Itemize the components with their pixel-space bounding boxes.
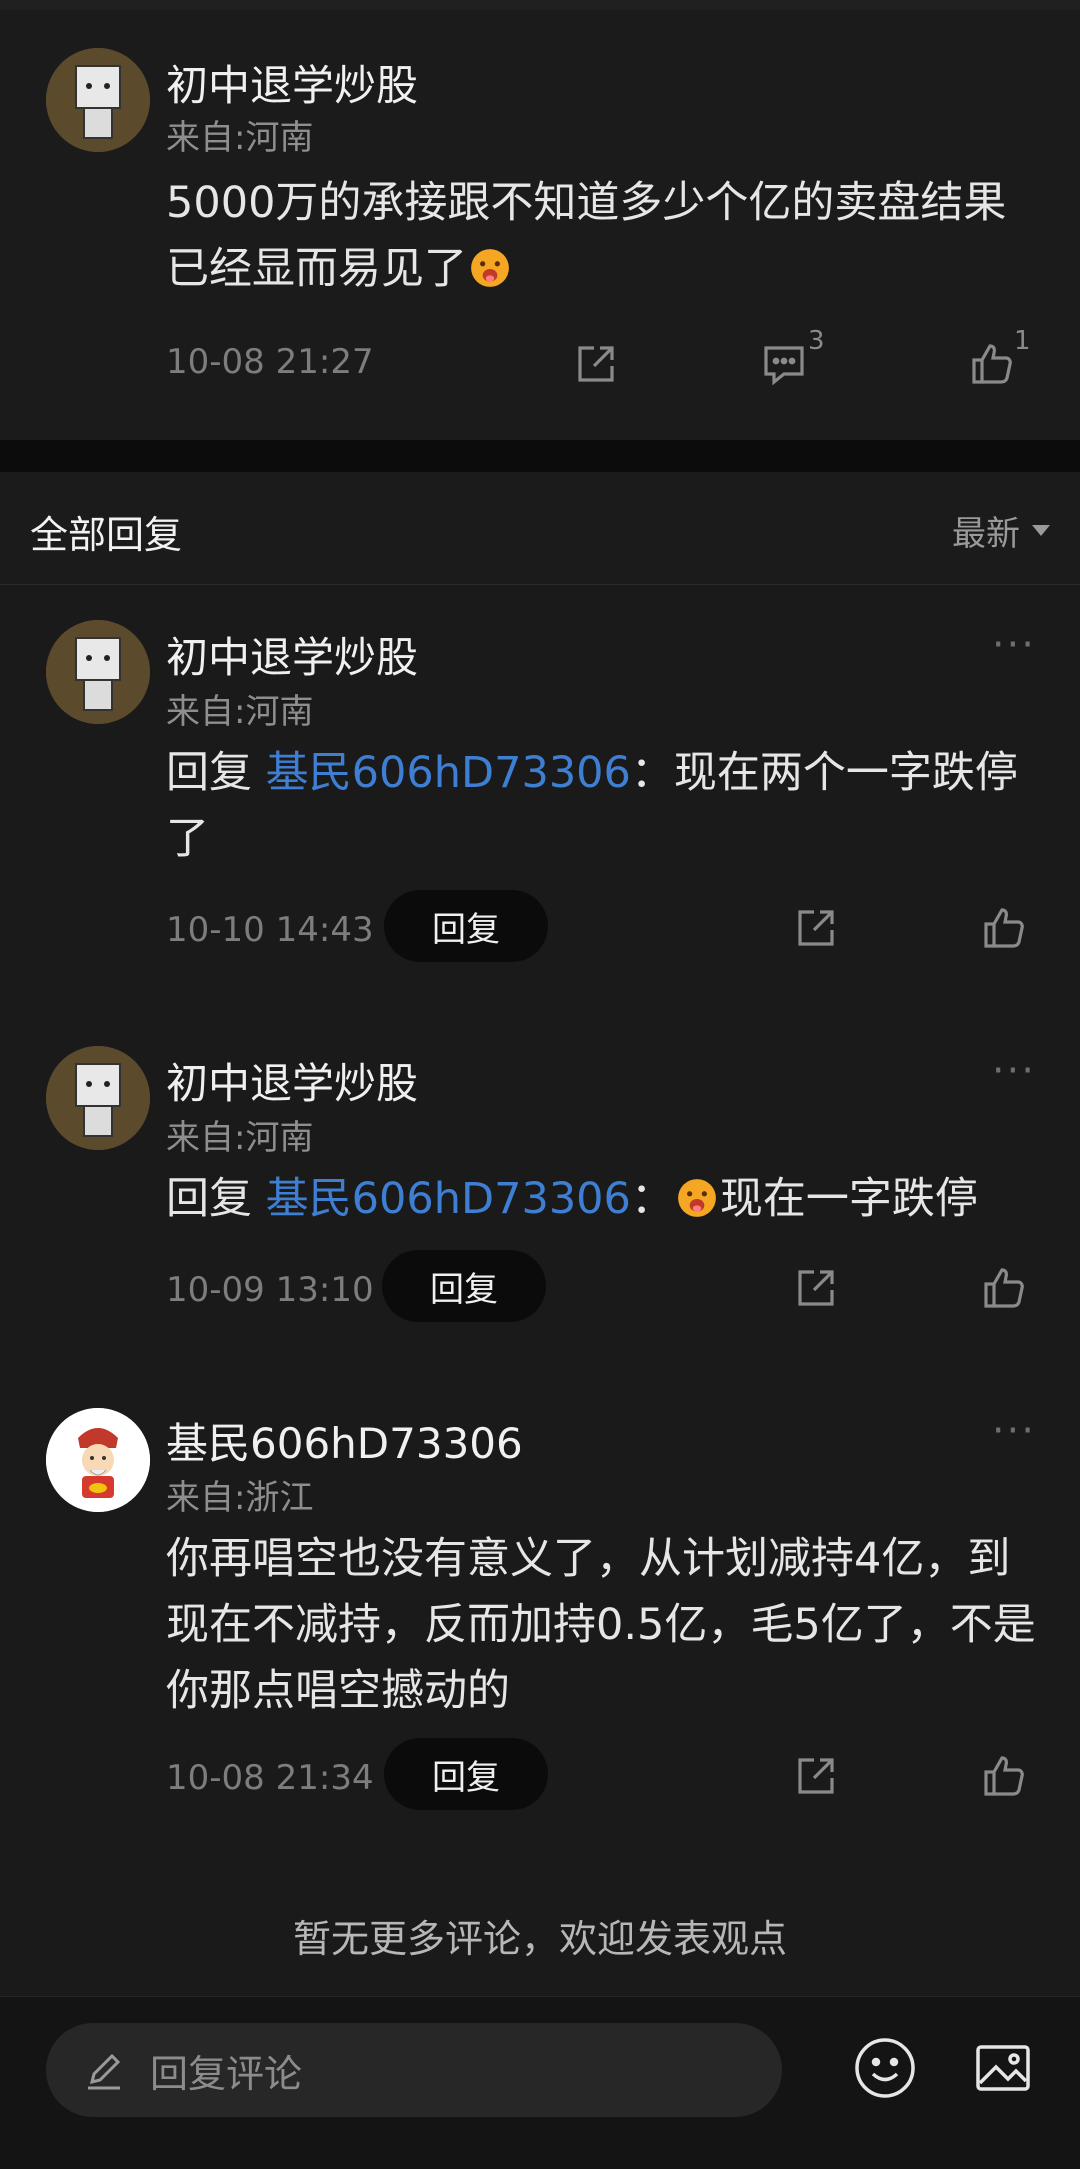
thumbs-up-icon — [972, 344, 1012, 384]
hot-face-emoji-icon — [471, 249, 509, 287]
username[interactable]: 初中退学炒股 — [166, 624, 418, 685]
location: 来自:河南 — [166, 692, 314, 732]
share-button[interactable] — [790, 1262, 842, 1314]
reply-button[interactable]: 回复 — [384, 890, 548, 962]
timestamp: 10-09 13:10 — [166, 1270, 374, 1310]
user-avatar[interactable] — [46, 1408, 150, 1512]
more-options-icon[interactable]: ··· — [992, 1048, 1036, 1094]
like-button[interactable] — [978, 1750, 1030, 1802]
replies-header: 全部回复 最新 — [0, 472, 1080, 585]
more-options-icon[interactable]: ··· — [992, 1408, 1036, 1454]
share-icon — [798, 1758, 834, 1794]
username[interactable]: 基民606hD73306 — [166, 1410, 523, 1471]
section-divider — [0, 440, 1080, 472]
share-button[interactable] — [790, 902, 842, 954]
reply-text: 回复 基民606hD73306： 现在一字跌停 — [166, 1166, 1046, 1232]
thumbs-up-icon — [984, 1756, 1024, 1796]
avatar-fortune-god-icon — [46, 1408, 150, 1512]
reply-prefix: 回复 — [166, 748, 266, 798]
reply-item: 基民606hD73306 来自:浙江 ··· 你再唱空也没有意义了，从计划减持4… — [0, 1364, 1080, 1864]
reply-prefix: 回复 — [166, 1174, 266, 1224]
comment-button[interactable] — [758, 338, 810, 390]
user-avatar[interactable] — [46, 48, 150, 152]
location: 来自:浙江 — [166, 1478, 314, 1518]
reply-text: 回复 基民606hD73306：现在两个一字跌停了 — [166, 740, 1046, 872]
comment-text: 5000万的承接跟不知道多少个亿的卖盘结果已经显而易见了 — [166, 170, 1046, 302]
share-button[interactable] — [790, 1750, 842, 1802]
timestamp: 10-08 21:27 — [166, 342, 374, 382]
reply-button[interactable]: 回复 — [382, 1250, 546, 1322]
smiley-icon[interactable] — [852, 2035, 918, 2101]
main-comment: 初中退学炒股 来自:河南 5000万的承接跟不知道多少个亿的卖盘结果已经显而易见… — [0, 10, 1080, 440]
username[interactable]: 初中退学炒股 — [166, 1050, 418, 1111]
comment-icon — [764, 346, 804, 386]
thumbs-up-icon — [984, 908, 1024, 948]
thumbs-up-icon — [984, 1268, 1024, 1308]
username[interactable]: 初中退学炒股 — [166, 52, 418, 113]
bottom-comment-bar: 回复评论 — [0, 1996, 1080, 2169]
user-avatar[interactable] — [46, 620, 150, 724]
like-count: 1 — [1014, 326, 1031, 356]
reply-comment-input[interactable]: 回复评论 — [46, 2023, 782, 2117]
all-replies-title: 全部回复 — [30, 513, 183, 557]
timestamp: 10-08 21:34 — [166, 1758, 374, 1798]
mention-link[interactable]: 基民606hD73306 — [266, 748, 631, 798]
avatar-paper-robot-icon — [46, 1046, 150, 1150]
reply-item: 初中退学炒股 来自:河南 ··· 回复 基民606hD73306：现在两个一字跌… — [0, 584, 1080, 1004]
hot-face-emoji-icon — [678, 1179, 716, 1217]
location: 来自:河南 — [166, 1118, 314, 1158]
reply-separator: ： — [630, 1174, 674, 1224]
reply-text: 你再唱空也没有意义了，从计划减持4亿，到现在不减持，反而加持0.5亿，毛5亿了，… — [166, 1534, 1036, 1716]
input-placeholder: 回复评论 — [150, 2051, 303, 2096]
share-icon — [798, 1270, 834, 1306]
chevron-down-icon — [1032, 525, 1050, 536]
reply-content: 现在一字跌停 — [719, 1174, 978, 1224]
share-icon — [798, 910, 834, 946]
reply-item: 初中退学炒股 来自:河南 ··· 回复 基民606hD73306： 现在一字跌停… — [0, 1004, 1080, 1364]
pencil-icon — [88, 2053, 121, 2090]
like-button[interactable] — [978, 1262, 1030, 1314]
like-button[interactable] — [978, 902, 1030, 954]
avatar-paper-robot-icon — [46, 620, 150, 724]
mention-link[interactable]: 基民606hD73306 — [266, 1174, 631, 1224]
share-icon — [578, 346, 614, 382]
timestamp: 10-10 14:43 — [166, 910, 374, 950]
location: 来自:河南 — [166, 118, 314, 158]
avatar-paper-robot-icon — [46, 48, 150, 152]
comment-count: 3 — [808, 326, 825, 356]
image-icon[interactable] — [972, 2037, 1034, 2099]
no-more-comments-note: 暂无更多评论，欢迎发表观点 — [292, 1917, 787, 1961]
user-avatar[interactable] — [46, 1046, 150, 1150]
comment-text-content: 5000万的承接跟不知道多少个亿的卖盘结果已经显而易见了 — [166, 178, 1007, 294]
sort-label: 最新 — [952, 514, 1020, 554]
reply-separator: ： — [630, 748, 674, 798]
more-options-icon[interactable]: ··· — [992, 622, 1036, 668]
sort-dropdown[interactable]: 最新 — [952, 506, 1050, 555]
share-button[interactable] — [570, 338, 622, 390]
reply-button[interactable]: 回复 — [384, 1738, 548, 1810]
like-button[interactable] — [966, 338, 1018, 390]
